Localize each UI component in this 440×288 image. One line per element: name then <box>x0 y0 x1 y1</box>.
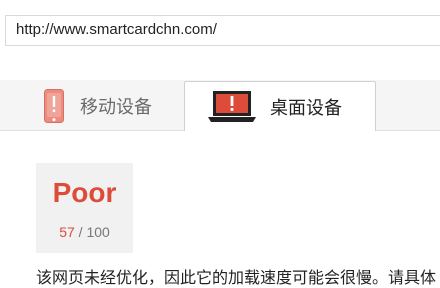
tab-mobile-label: 移动设备 <box>80 96 152 118</box>
tab-desktop[interactable]: 桌面设备 <box>184 81 376 131</box>
score-value: 57 <box>59 224 75 240</box>
score-card: Poor 57 / 100 <box>36 163 133 253</box>
mobile-phone-icon <box>44 88 64 123</box>
score-description: 该网页未经优化，因此它的加载速度可能会很慢。请具体 <box>36 268 437 287</box>
device-tab-bar: 移动设备 桌面设备 <box>0 80 440 131</box>
url-text: http://www.smartcardchn.com/ <box>16 21 217 38</box>
score-separator: / <box>78 224 83 240</box>
score-line: 57 / 100 <box>36 224 133 240</box>
score-rating: Poor <box>52 177 117 208</box>
laptop-icon <box>208 91 256 122</box>
tab-desktop-label: 桌面设备 <box>270 97 342 119</box>
address-bar[interactable]: http://www.smartcardchn.com/ <box>5 15 440 46</box>
tab-mobile[interactable]: 移动设备 <box>20 80 183 131</box>
score-max: 100 <box>86 224 110 240</box>
